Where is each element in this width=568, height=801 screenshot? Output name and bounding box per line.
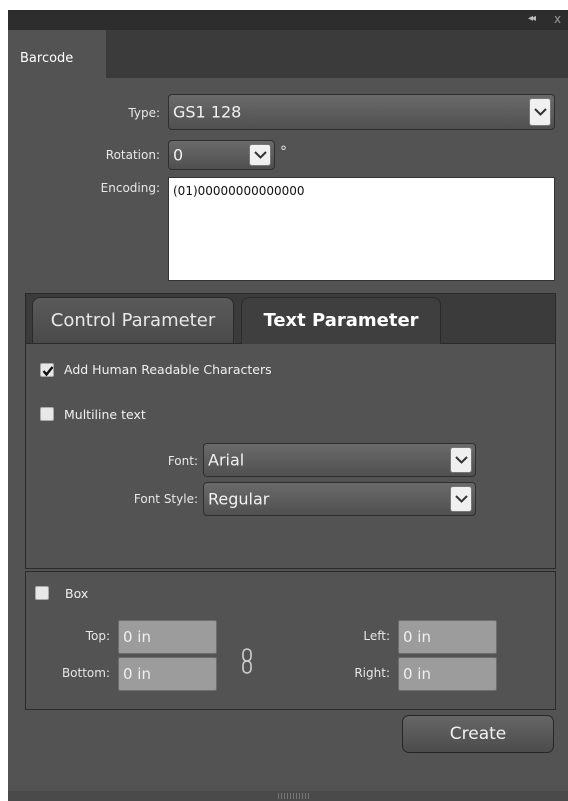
rotation-label: Rotation: [105,148,160,162]
degree-symbol: ° [280,144,287,160]
font-style-value: Regular [208,489,270,509]
chain-link-icon[interactable] [241,648,253,678]
encoding-label: Encoding: [100,181,160,195]
encoding-input[interactable]: (01)00000000000000 [168,177,555,281]
right-input[interactable]: 0 in [398,657,497,691]
multiline-label: Multiline text [64,407,146,422]
checkmark-icon [42,366,54,377]
left-label: Left: [363,629,390,643]
chevron-down-icon [529,98,551,126]
barcode-panel: ◂◂ x Barcode Type: GS1 128 Rotation: 0 °… [8,10,568,801]
chevron-down-icon [249,144,271,166]
rotation-value: 0 [173,145,184,165]
resize-gripper[interactable] [278,793,310,799]
panel-titlebar: ◂◂ x [8,10,568,30]
close-icon[interactable]: x [554,12,561,26]
right-label: Right: [354,666,390,680]
tab-text-parameter[interactable]: Text Parameter [241,297,441,344]
type-select[interactable]: GS1 128 [168,94,555,130]
font-value: Arial [208,450,245,470]
add-human-readable-label: Add Human Readable Characters [64,362,272,377]
font-label: Font: [167,454,198,468]
box-label: Box [65,586,89,601]
top-input[interactable]: 0 in [118,620,217,654]
double-chevron-left-icon[interactable]: ◂◂ [528,13,536,24]
chevron-down-icon [450,447,472,473]
font-select[interactable]: Arial [203,443,476,477]
panel-tabstrip: Barcode [8,30,568,78]
tab-control-parameter[interactable]: Control Parameter [32,297,234,343]
box-checkbox[interactable] [35,586,49,600]
top-label: Top: [85,629,110,643]
add-human-readable-checkbox[interactable] [40,363,54,377]
font-style-label: Font Style: [133,492,198,506]
left-input[interactable]: 0 in [398,620,497,654]
multiline-checkbox[interactable] [40,407,54,421]
type-label: Type: [128,106,160,120]
tab-barcode[interactable]: Barcode [8,30,106,78]
font-style-select[interactable]: Regular [203,482,476,516]
bottom-input[interactable]: 0 in [118,657,217,691]
bottom-label: Bottom: [61,666,110,680]
type-value: GS1 128 [173,102,242,122]
chevron-down-icon [450,486,472,512]
rotation-select[interactable]: 0 [168,140,275,170]
create-button[interactable]: Create [402,715,554,753]
